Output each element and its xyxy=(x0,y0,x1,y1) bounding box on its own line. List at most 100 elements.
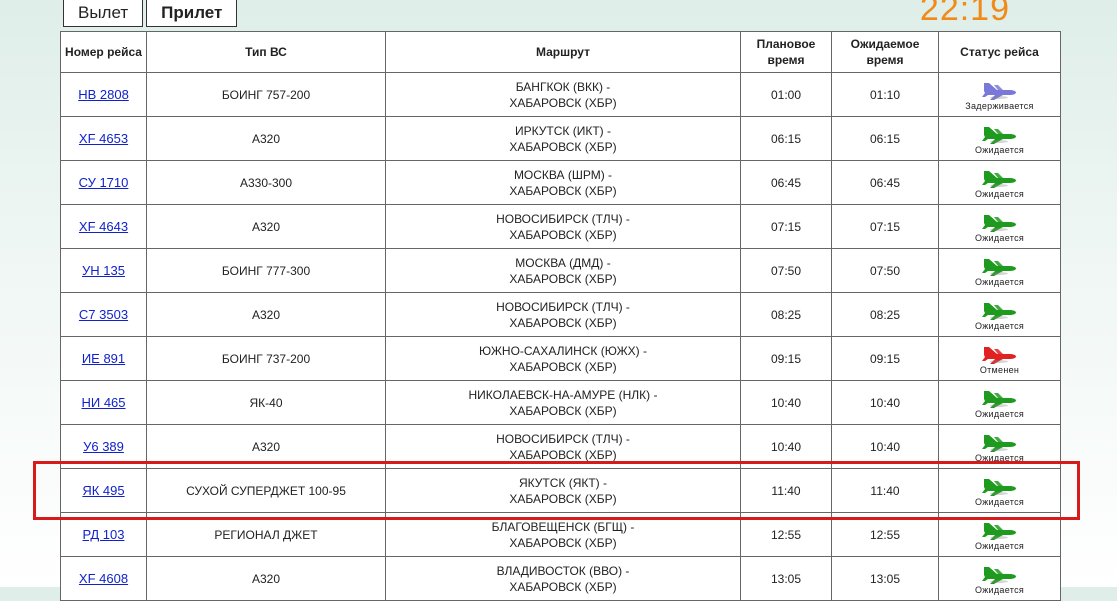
status-cell: Ожидается xyxy=(938,248,1061,293)
route-destination: ХАБАРОВСК (ХБР) xyxy=(509,183,617,198)
table-row: XF 4643 A320 НОВОСИБИРСК (ТЛЧ) - ХАБАРОВСК … xyxy=(60,204,1061,249)
status-label: Ожидается xyxy=(974,452,1025,463)
table-row: НВ 2808 БОИНГ 757-200 БАНГКОК (ВКК) - ХАБАР… xyxy=(60,72,1061,117)
status-label: Ожидается xyxy=(974,144,1025,155)
flight-number-link[interactable]: СУ 1710 xyxy=(79,175,129,190)
status-label: Ожидается xyxy=(974,188,1025,199)
route-cell: МОСКВА (ДМД) - ХАБАРОВСК (ХБР) xyxy=(385,248,741,293)
status-cell: Ожидается xyxy=(938,512,1061,557)
plane-icon xyxy=(981,214,1016,232)
flight-number-cell: У6 389 xyxy=(60,424,147,469)
status-cell: Ожидается xyxy=(938,116,1061,161)
status-label: Отменен xyxy=(979,364,1020,375)
route-destination: ХАБАРОВСК (ХБР) xyxy=(509,359,617,374)
flight-number-link[interactable]: НВ 2808 xyxy=(78,87,129,102)
route-cell: ИРКУТСК (ИКТ) - ХАБАРОВСК (ХБР) xyxy=(385,116,741,161)
tab-departure[interactable]: Вылет xyxy=(63,0,144,27)
aircraft-type-cell: A320 xyxy=(146,556,386,601)
planned-time-cell: 11:40 xyxy=(740,468,832,513)
route-cell: БЛАГОВЕЩЕНСК (БГЩ) - ХАБАРОВСК (ХБР) xyxy=(385,512,741,557)
table-row: РД 103 РЕГИОНАЛ ДЖЕТ БЛАГОВЕЩЕНСК (БГЩ) -Х… xyxy=(60,512,1061,557)
table-row: XF 4608 A320 ВЛАДИВОСТОК (ВВО) - ХАБАРОВСК … xyxy=(60,556,1061,601)
plane-icon xyxy=(981,170,1016,188)
flight-number-link[interactable]: У6 389 xyxy=(83,439,124,454)
aircraft-type-cell: РЕГИОНАЛ ДЖЕТ xyxy=(146,512,386,557)
status-cell: Ожидается xyxy=(938,556,1061,601)
flight-number-cell: ИЕ 891 xyxy=(60,336,147,381)
table-row: СУ 1710 A330-300 МОСКВА (ШРМ) - ХАБАРОВСК (… xyxy=(60,160,1061,205)
table-header: Номер рейса Тип ВС Маршрут Плановое врем… xyxy=(60,31,1061,73)
route-cell: МОСКВА (ШРМ) - ХАБАРОВСК (ХБР) xyxy=(385,160,741,205)
flight-number-link[interactable]: ЯК 495 xyxy=(82,483,124,498)
flight-number-cell: НВ 2808 xyxy=(60,72,147,117)
expected-time-cell: 10:40 xyxy=(831,380,939,425)
route-destination: ХАБАРОВСК (ХБР) xyxy=(509,447,617,462)
status-cell: Ожидается xyxy=(938,380,1061,425)
route-origin: МОСКВА (ШРМ) - xyxy=(513,167,613,182)
route-destination: ХАБАРОВСК (ХБР) xyxy=(509,535,617,550)
status-label: Ожидается xyxy=(974,276,1025,287)
flight-number-link[interactable]: XF 4608 xyxy=(79,571,128,586)
expected-time-cell: 07:50 xyxy=(831,248,939,293)
route-origin: НИКОЛАЕВСК-НА-АМУРЕ (НЛК) - xyxy=(468,387,658,402)
route-destination: ХАБАРОВСК (ХБР) xyxy=(509,227,617,242)
route-cell: НИКОЛАЕВСК-НА-АМУРЕ (НЛК) - ХАБАРОВСК (ХБ… xyxy=(385,380,741,425)
flight-number-cell: XF 4608 xyxy=(60,556,147,601)
route-destination: ХАБАРОВСК (ХБР) xyxy=(509,491,617,506)
route-origin: БЛАГОВЕЩЕНСК (БГЩ) - xyxy=(491,519,635,534)
plane-icon xyxy=(981,478,1016,496)
status-cell: Ожидается xyxy=(938,424,1061,469)
expected-time-cell: 13:05 xyxy=(831,556,939,601)
flight-number-cell: УН 135 xyxy=(60,248,147,293)
table-row: ИЕ 891 БОИНГ 737-200 ЮЖНО-САХАЛИНСК (ЮЖХ) … xyxy=(60,336,1061,381)
flight-number-link[interactable]: УН 135 xyxy=(82,263,125,278)
flight-number-link[interactable]: С7 3503 xyxy=(79,307,128,322)
table-row: УН 135 БОИНГ 777-300 МОСКВА (ДМД) - ХАБАРОВ… xyxy=(60,248,1061,293)
col-header-expected-time: Ожидаемое время xyxy=(831,31,939,73)
tab-arrival[interactable]: Прилет xyxy=(146,0,238,27)
route-origin: НОВОСИБИРСК (ТЛЧ) - xyxy=(496,431,630,446)
status-label: Ожидается xyxy=(974,496,1025,507)
plane-icon xyxy=(981,566,1016,584)
flight-number-link[interactable]: НИ 465 xyxy=(81,395,125,410)
route-origin: НОВОСИБИРСК (ТЛЧ) - xyxy=(496,299,630,314)
status-cell: Отменен xyxy=(938,336,1061,381)
flight-number-link[interactable]: XF 4653 xyxy=(79,131,128,146)
aircraft-type-cell: A320 xyxy=(146,204,386,249)
flights-table: Номер рейса Тип ВС Маршрут Плановое врем… xyxy=(60,31,1061,601)
flight-number-cell: НИ 465 xyxy=(60,380,147,425)
route-destination: ХАБАРОВСК (ХБР) xyxy=(509,139,617,154)
aircraft-type-cell: БОИНГ 777-300 xyxy=(146,248,386,293)
expected-time-cell: 07:15 xyxy=(831,204,939,249)
route-origin: ЮЖНО-САХАЛИНСК (ЮЖХ) - xyxy=(478,343,648,358)
flight-number-link[interactable]: ИЕ 891 xyxy=(82,351,125,366)
route-cell: НОВОСИБИРСК (ТЛЧ) - ХАБАРОВСК (ХБР) xyxy=(385,424,741,469)
flight-number-cell: XF 4653 xyxy=(60,116,147,161)
planned-time-cell: 13:05 xyxy=(740,556,832,601)
col-header-flight-number: Номер рейса xyxy=(60,31,147,73)
clock: 22:19 xyxy=(919,0,1010,28)
plane-icon xyxy=(981,82,1016,100)
col-header-route: Маршрут xyxy=(385,31,741,73)
table-row: НИ 465 ЯК-40 НИКОЛАЕВСК-НА-АМУРЕ (НЛК) - ХА… xyxy=(60,380,1061,425)
flight-number-cell: СУ 1710 xyxy=(60,160,147,205)
flight-number-cell: ЯК 495 xyxy=(60,468,147,513)
plane-icon xyxy=(981,258,1016,276)
status-label: Ожидается xyxy=(974,320,1025,331)
route-origin: БАНГКОК (ВКК) - xyxy=(515,79,611,94)
aircraft-type-cell: СУХОЙ СУПЕРДЖЕТ 100-95 xyxy=(146,468,386,513)
route-origin: НОВОСИБИРСК (ТЛЧ) - xyxy=(496,211,630,226)
planned-time-cell: 10:40 xyxy=(740,380,832,425)
expected-time-cell: 09:15 xyxy=(831,336,939,381)
flight-number-cell: РД 103 xyxy=(60,512,147,557)
plane-icon xyxy=(981,346,1016,364)
route-origin: МОСКВА (ДМД) - xyxy=(515,255,611,270)
tab-bar: Вылет Прилет xyxy=(63,0,238,28)
status-cell: Ожидается xyxy=(938,468,1061,513)
status-label: Задерживается xyxy=(965,100,1034,111)
status-label: Ожидается xyxy=(974,584,1025,595)
flight-number-link[interactable]: РД 103 xyxy=(83,527,125,542)
flight-number-link[interactable]: XF 4643 xyxy=(79,219,128,234)
route-cell: ЯКУТСК (ЯКТ) - ХАБАРОВСК (ХБР) xyxy=(385,468,741,513)
route-destination: ХАБАРОВСК (ХБР) xyxy=(509,271,617,286)
